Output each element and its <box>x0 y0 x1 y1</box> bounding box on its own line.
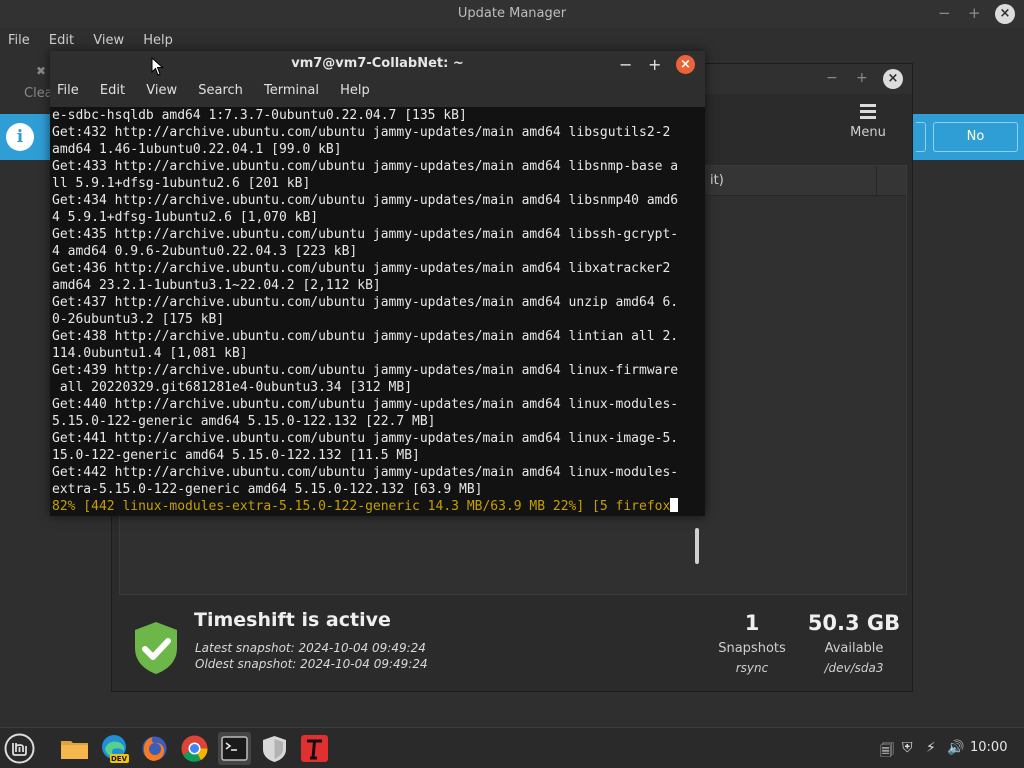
update-manager-close-button[interactable]: × <box>995 4 1015 24</box>
oldest-snapshot-text: Oldest snapshot: 2024-10-04 09:49:24 <box>195 657 428 671</box>
hamburger-icon <box>844 104 892 119</box>
terminal-window: vm7@vm7-CollabNet: ~ − + × File Edit Vie… <box>50 51 705 564</box>
menu-edit[interactable]: Edit <box>49 33 74 48</box>
terminal-menu-file[interactable]: File <box>57 83 79 98</box>
terminal-line: 4 amd64 0.9.6-2ubuntu0.22.04.3 [223 kB] <box>52 244 358 259</box>
volume-icon[interactable]: 🔊 <box>947 740 964 756</box>
edge-dev-icon[interactable]: DEV <box>98 732 131 765</box>
infobar-no-button[interactable]: No <box>933 122 1018 152</box>
terminal-line: 114.0ubuntu1.4 [1,081 kB] <box>52 346 248 361</box>
snapshot-type: rsync <box>735 661 769 675</box>
text-cursor <box>670 498 679 512</box>
terminal-line: 15.0-122-generic amd64 5.15.0-122.132 [1… <box>52 448 420 463</box>
terminal-line: 5.15.0-122-generic amd64 5.15.0-122.132 … <box>52 414 436 429</box>
terminal-menu-edit[interactable]: Edit <box>100 83 125 98</box>
terminal-scrollbar[interactable] <box>695 528 699 564</box>
files-folder-icon[interactable] <box>58 732 91 765</box>
terminal-lines: e-sdbc-hsqldb amd64 1:7.3.7-0ubuntu0.22.… <box>52 107 678 498</box>
column-header-partial[interactable]: it) <box>710 173 724 188</box>
latest-snapshot-text: Latest snapshot: 2024-10-04 09:49:24 <box>195 641 426 655</box>
taskbar: DEV 🗐 ⛨ ⚡ 🔊 10:00 <box>0 727 1024 768</box>
available-caption: Available <box>824 641 884 656</box>
terminal-line: Get:432 http://archive.ubuntu.com/ubuntu… <box>52 125 671 140</box>
terminal-line: Get:434 http://archive.ubuntu.com/ubuntu… <box>52 193 679 208</box>
terminal-line: all 20220329.git681281e4-0ubuntu3.34 [31… <box>52 380 413 395</box>
timeshift-menu-label: Menu <box>850 125 886 140</box>
text-editor-icon[interactable] <box>298 732 331 765</box>
network-icon[interactable]: ⚡ <box>926 740 936 756</box>
terminal-line: Get:433 http://archive.ubuntu.com/ubuntu… <box>52 159 679 174</box>
mint-menu-icon[interactable] <box>3 732 36 765</box>
clear-button-label: Clea <box>24 86 53 101</box>
terminal-titlebar[interactable]: vm7@vm7-CollabNet: ~ <box>50 51 705 79</box>
update-manager-titlebar[interactable]: Update Manager <box>0 0 1024 28</box>
available-stat: 50.3 GB Available /dev/sda3 <box>802 611 906 675</box>
snapshots-stat: 1 Snapshots rsync <box>712 611 792 675</box>
progress-text: 82% [442 linux-modules-extra-5.15.0-122-… <box>52 499 671 514</box>
terminal-line: amd64 23.2.1-1ubuntu3.1~22.04.2 [2,112 k… <box>52 278 381 293</box>
terminal-close-button[interactable]: × <box>676 55 695 74</box>
chrome-icon[interactable] <box>178 732 211 765</box>
terminal-line: Get:440 http://archive.ubuntu.com/ubuntu… <box>52 397 679 412</box>
terminal-line: Get:435 http://archive.ubuntu.com/ubuntu… <box>52 227 679 242</box>
terminal-line: 0-26ubuntu3.2 [175 kB] <box>52 312 225 327</box>
terminal-menu-view[interactable]: View <box>146 83 177 98</box>
terminal-line: e-sdbc-hsqldb amd64 1:7.3.7-0ubuntu0.22.… <box>52 108 467 123</box>
update-manager-title: Update Manager <box>457 6 567 21</box>
terminal-line: Get:442 http://archive.ubuntu.com/ubuntu… <box>52 465 679 480</box>
terminal-line: ll 5.9.1+dfsg-1ubuntu2.6 [201 kB] <box>52 176 311 191</box>
snapshots-count: 1 <box>744 611 760 635</box>
security-shield-tray-icon[interactable]: ⛨ <box>902 740 913 756</box>
terminal-menu-help[interactable]: Help <box>340 83 370 98</box>
terminal-maximize-button[interactable]: + <box>648 55 661 74</box>
snapshot-device: /dev/sda3 <box>824 661 884 675</box>
info-icon: i <box>6 123 34 151</box>
timeshift-menu-button[interactable]: Menu <box>844 104 892 140</box>
snapshots-caption: Snapshots <box>718 641 786 656</box>
clock[interactable]: 10:00 <box>970 740 1007 755</box>
terminal-line: amd64 1.46-1ubuntu0.22.04.1 [99.0 kB] <box>52 142 342 157</box>
terminal-menu-terminal[interactable]: Terminal <box>264 83 319 98</box>
terminal-line: Get:439 http://archive.ubuntu.com/ubuntu… <box>52 363 679 378</box>
status-title: Timeshift is active <box>194 609 391 631</box>
clipboard-icon[interactable]: 🗐 <box>880 740 894 764</box>
terminal-line: Get:437 http://archive.ubuntu.com/ubuntu… <box>52 295 679 310</box>
clear-icon: ✖ <box>36 64 47 78</box>
terminal-line: extra-5.15.0-122-generic amd64 5.15.0-12… <box>52 482 483 497</box>
terminal-line: Get:438 http://archive.ubuntu.com/ubuntu… <box>52 329 679 344</box>
terminal-minimize-button[interactable]: − <box>619 55 632 74</box>
mouse-pointer-icon <box>151 57 164 76</box>
firefox-icon[interactable] <box>138 732 171 765</box>
column-separator <box>876 166 877 196</box>
available-space: 50.3 GB <box>807 611 901 635</box>
menu-help[interactable]: Help <box>143 33 173 48</box>
menu-view[interactable]: View <box>93 33 124 48</box>
terminal-progress-line: 82% [442 linux-modules-extra-5.15.0-122-… <box>52 498 679 515</box>
timeshift-minimize-button[interactable]: − <box>826 70 838 86</box>
shield-check-icon <box>135 622 177 674</box>
timeshift-close-button[interactable]: × <box>883 69 903 89</box>
timeshift-maximize-button[interactable]: + <box>856 70 868 86</box>
terminal-menubar: File Edit View Search Terminal Help <box>57 83 387 98</box>
edge-dev-badge: DEV <box>111 755 128 763</box>
update-manager-maximize-button[interactable]: + <box>968 4 981 22</box>
terminal-line: Get:436 http://archive.ubuntu.com/ubuntu… <box>52 261 671 276</box>
shield-icon[interactable] <box>258 732 291 765</box>
menu-file[interactable]: File <box>8 33 30 48</box>
terminal-line: 4 5.9.1+dfsg-1ubuntu2.6 [1,070 kB] <box>52 210 319 225</box>
terminal-icon[interactable] <box>218 732 251 765</box>
timeshift-status-bar: Timeshift is active Latest snapshot: 202… <box>112 595 912 691</box>
terminal-menu-search[interactable]: Search <box>198 83 243 98</box>
update-manager-minimize-button[interactable]: − <box>938 4 951 22</box>
terminal-output[interactable]: e-sdbc-hsqldb amd64 1:7.3.7-0ubuntu0.22.… <box>50 107 705 564</box>
infobar-yes-button[interactable] <box>916 122 926 152</box>
update-manager-menubar: File Edit View Help <box>8 33 188 48</box>
terminal-title: vm7@vm7-CollabNet: ~ <box>291 56 464 71</box>
terminal-line: Get:441 http://archive.ubuntu.com/ubuntu… <box>52 431 679 446</box>
